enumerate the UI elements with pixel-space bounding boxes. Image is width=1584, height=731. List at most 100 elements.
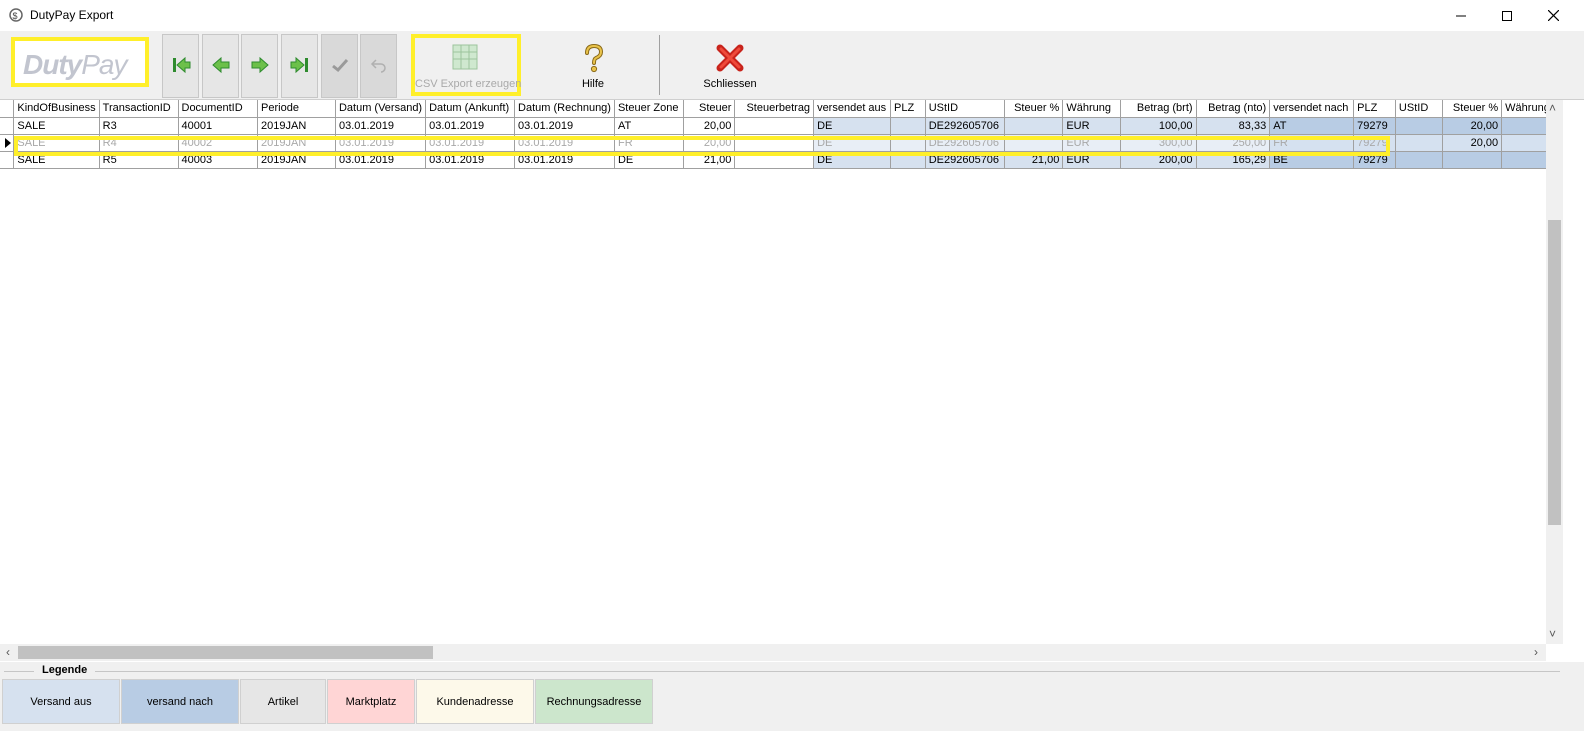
minimize-button[interactable] — [1438, 0, 1484, 31]
col-header[interactable]: Datum (Ankunft) — [425, 100, 516, 118]
col-header[interactable]: versendet aus — [813, 100, 892, 118]
table-cell[interactable]: DE — [813, 151, 892, 169]
scroll-down-icon[interactable]: ˅ — [1549, 628, 1556, 640]
col-header[interactable]: DocumentID — [178, 100, 259, 118]
table-cell[interactable]: 03.01.2019 — [335, 134, 427, 152]
last-record-button[interactable] — [281, 34, 318, 98]
row-selector[interactable] — [0, 134, 15, 152]
table-cell[interactable]: FR — [614, 134, 684, 152]
table-cell[interactable]: SALE — [13, 151, 100, 169]
col-header[interactable]: PLZ — [1353, 100, 1396, 118]
table-cell[interactable]: 40002 — [178, 134, 259, 152]
table-cell[interactable]: 03.01.2019 — [425, 134, 516, 152]
col-header[interactable]: Datum (Rechnung) — [514, 100, 615, 118]
table-cell[interactable]: 2019JAN — [257, 117, 336, 135]
table-cell[interactable]: BE — [1269, 151, 1355, 169]
table-cell[interactable]: 03.01.2019 — [335, 151, 427, 169]
table-row[interactable]: SALE R5 40003 2019JAN 03.01.2019 03.01.2… — [0, 151, 1562, 169]
table-cell[interactable]: DE292605706 — [925, 151, 1005, 169]
csv-export-button[interactable]: CSV Export erzeugen — [411, 34, 521, 96]
col-header[interactable]: Steuerbetrag — [734, 100, 815, 118]
undo-button[interactable] — [360, 34, 397, 98]
table-cell[interactable]: 79279 — [1353, 134, 1396, 152]
previous-record-button[interactable] — [202, 34, 239, 98]
table-cell[interactable]: 20,00 — [683, 134, 736, 152]
col-header[interactable]: Betrag (nto) — [1196, 100, 1271, 118]
table-cell[interactable]: FR — [1269, 134, 1355, 152]
row-selector[interactable] — [0, 151, 15, 169]
col-header[interactable]: Steuer % — [1004, 100, 1064, 118]
col-header[interactable]: Betrag (brt) — [1120, 100, 1197, 118]
table-cell[interactable]: 20,00 — [683, 117, 736, 135]
table-cell[interactable]: AT — [1269, 117, 1355, 135]
scroll-right-icon[interactable]: › — [1534, 646, 1538, 658]
table-cell[interactable]: R4 — [99, 134, 179, 152]
table-cell[interactable]: AT — [614, 117, 684, 135]
scroll-left-icon[interactable]: ‹ — [6, 646, 10, 658]
table-cell[interactable] — [890, 151, 926, 169]
row-selector[interactable] — [0, 117, 15, 135]
col-header[interactable]: Datum (Versand) — [335, 100, 427, 118]
table-cell[interactable]: 250,00 — [1196, 134, 1271, 152]
table-cell[interactable]: R5 — [99, 151, 179, 169]
table-cell[interactable]: 165,29 — [1196, 151, 1271, 169]
table-cell[interactable]: DE — [614, 151, 684, 169]
table-cell[interactable]: DE — [813, 134, 892, 152]
table-cell[interactable] — [1395, 134, 1444, 152]
table-cell[interactable]: 40003 — [178, 151, 259, 169]
table-cell[interactable] — [1004, 117, 1064, 135]
col-header[interactable]: versendet nach — [1269, 100, 1355, 118]
table-cell[interactable] — [1395, 151, 1444, 169]
table-cell[interactable] — [734, 117, 815, 135]
table-cell[interactable]: 03.01.2019 — [335, 117, 427, 135]
table-cell[interactable] — [1395, 117, 1444, 135]
col-header[interactable]: Währung — [1062, 100, 1122, 118]
table-cell[interactable]: 21,00 — [1004, 151, 1064, 169]
table-cell[interactable]: 300,00 — [1120, 134, 1197, 152]
table-row[interactable]: SALE R3 40001 2019JAN 03.01.2019 03.01.2… — [0, 117, 1562, 135]
col-header[interactable]: UStID — [925, 100, 1005, 118]
table-row-selected[interactable]: SALE R4 40002 2019JAN 03.01.2019 03.01.2… — [0, 134, 1562, 152]
col-header[interactable]: Steuer % — [1442, 100, 1503, 118]
table-cell[interactable]: 20,00 — [1442, 117, 1503, 135]
help-button[interactable]: Hilfe — [560, 34, 626, 96]
table-cell[interactable]: SALE — [13, 117, 100, 135]
table-cell[interactable]: EUR — [1062, 117, 1122, 135]
col-header[interactable]: TransactionID — [99, 100, 179, 118]
table-cell[interactable] — [890, 134, 926, 152]
table-cell[interactable] — [734, 134, 815, 152]
table-cell[interactable]: 03.01.2019 — [514, 151, 615, 169]
col-header[interactable]: UStID — [1395, 100, 1444, 118]
scroll-up-icon[interactable]: ˄ — [1549, 102, 1556, 114]
table-cell[interactable]: 79279 — [1353, 151, 1396, 169]
table-cell[interactable]: EUR — [1062, 151, 1122, 169]
table-cell[interactable]: 2019JAN — [257, 151, 336, 169]
table-cell[interactable]: 40001 — [178, 117, 259, 135]
table-cell[interactable]: DE292605706 — [925, 134, 1005, 152]
table-cell[interactable] — [890, 117, 926, 135]
table-cell[interactable]: 03.01.2019 — [425, 151, 516, 169]
first-record-button[interactable] — [162, 34, 199, 98]
col-header[interactable]: KindOfBusiness — [13, 100, 100, 118]
table-cell[interactable]: 200,00 — [1120, 151, 1197, 169]
table-cell[interactable]: 100,00 — [1120, 117, 1197, 135]
table-cell[interactable]: 03.01.2019 — [514, 134, 615, 152]
col-header[interactable]: Steuer — [683, 100, 736, 118]
table-cell[interactable]: DE — [813, 117, 892, 135]
table-cell[interactable]: 21,00 — [683, 151, 736, 169]
close-window-button[interactable] — [1530, 0, 1576, 31]
table-cell[interactable]: 79279 — [1353, 117, 1396, 135]
table-cell[interactable]: 03.01.2019 — [425, 117, 516, 135]
table-cell[interactable] — [1004, 134, 1064, 152]
schliessen-button[interactable]: Schliessen — [695, 34, 765, 96]
table-cell[interactable]: EUR — [1062, 134, 1122, 152]
col-header[interactable]: Steuer Zone — [614, 100, 684, 118]
table-cell[interactable]: 20,00 — [1442, 134, 1503, 152]
table-cell[interactable]: R3 — [99, 117, 179, 135]
col-header[interactable]: PLZ — [890, 100, 926, 118]
table-cell[interactable]: 83,33 — [1196, 117, 1271, 135]
vertical-scroll-thumb[interactable] — [1548, 220, 1561, 525]
table-cell[interactable]: SALE — [13, 134, 100, 152]
maximize-button[interactable] — [1484, 0, 1530, 31]
table-cell[interactable]: DE292605706 — [925, 117, 1005, 135]
